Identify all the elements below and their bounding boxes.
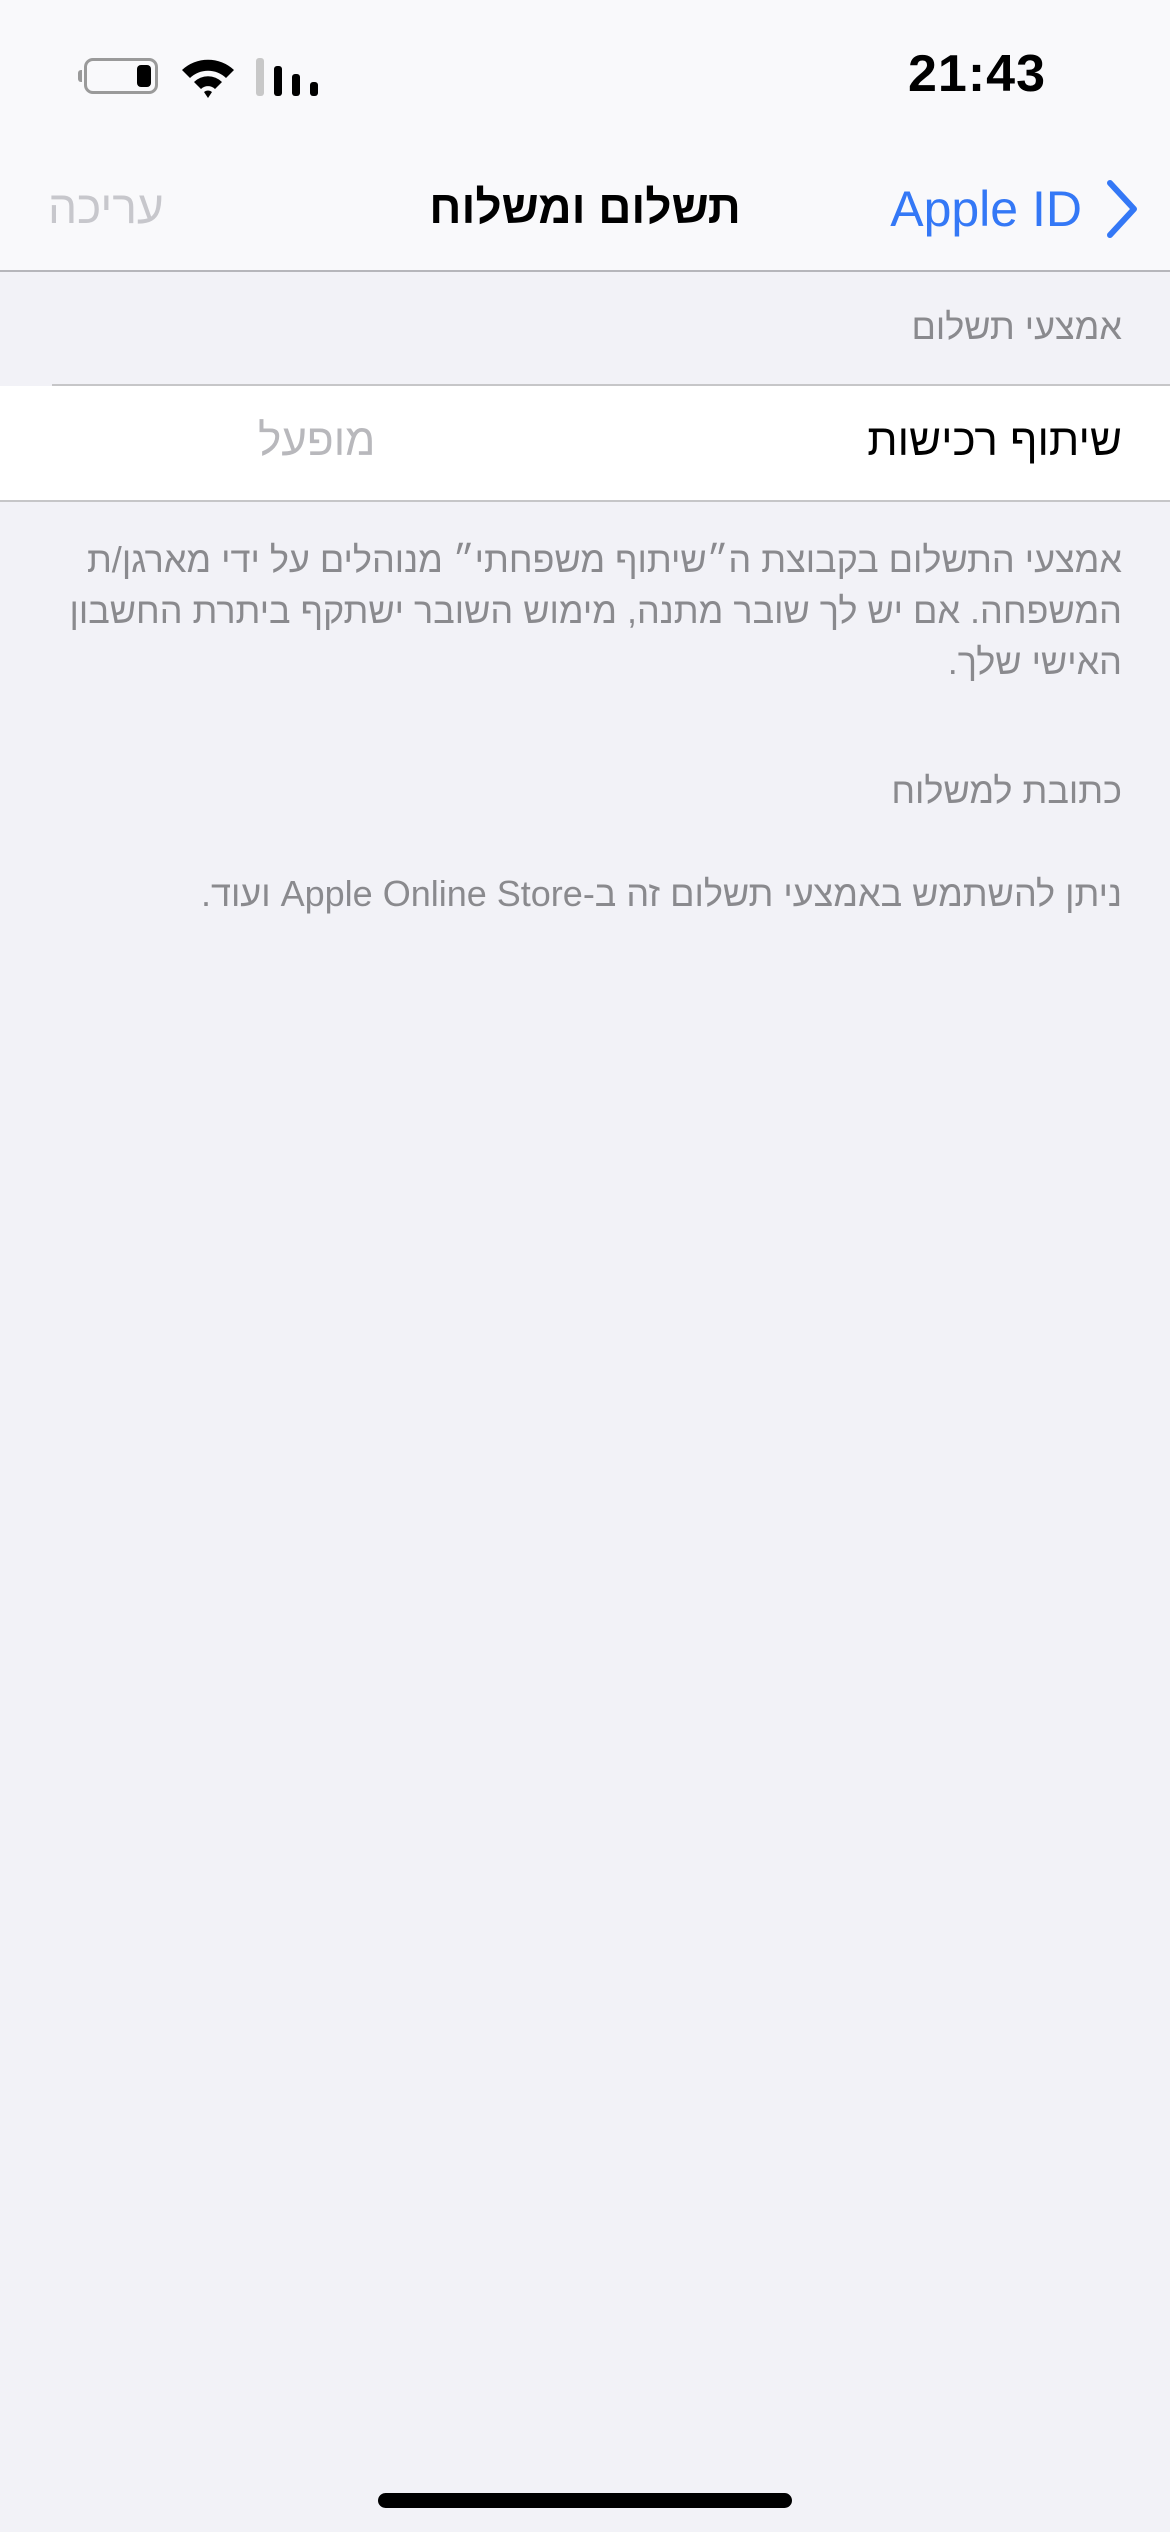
separator-inset	[0, 384, 52, 386]
status-bar: 21:43	[0, 0, 1170, 150]
status-time: 21:43	[908, 45, 1046, 103]
shipping-section-header: כתובת למשלוח	[891, 770, 1122, 811]
payment-usage-note: ניתן להשתמש באמצעי תשלום זה ב-Apple Onli…	[201, 873, 1122, 914]
battery-cap	[78, 70, 82, 82]
purchase-sharing-row[interactable]: שיתוף רכישות מופעל	[0, 384, 1170, 502]
payment-section-footer: אמצעי התשלום בקבוצת ה״שיתוף משפחתי״ מנוה…	[69, 539, 1122, 682]
home-indicator[interactable]	[378, 2493, 792, 2508]
navigation-bar: עריכה תשלום ומשלוח Apple ID	[0, 150, 1170, 272]
cellular-signal-icon	[254, 58, 318, 96]
battery-level	[137, 65, 151, 87]
battery-icon	[84, 58, 158, 94]
payment-section-header: אמצעי תשלום	[911, 306, 1122, 347]
chevron-right-icon	[1107, 180, 1137, 238]
purchase-sharing-value: מופעל	[258, 416, 376, 465]
back-button-label: Apple ID	[890, 181, 1082, 237]
back-button[interactable]: Apple ID	[890, 174, 1140, 244]
purchase-sharing-label: שיתוף רכישות	[867, 416, 1122, 465]
wifi-icon	[182, 59, 234, 98]
